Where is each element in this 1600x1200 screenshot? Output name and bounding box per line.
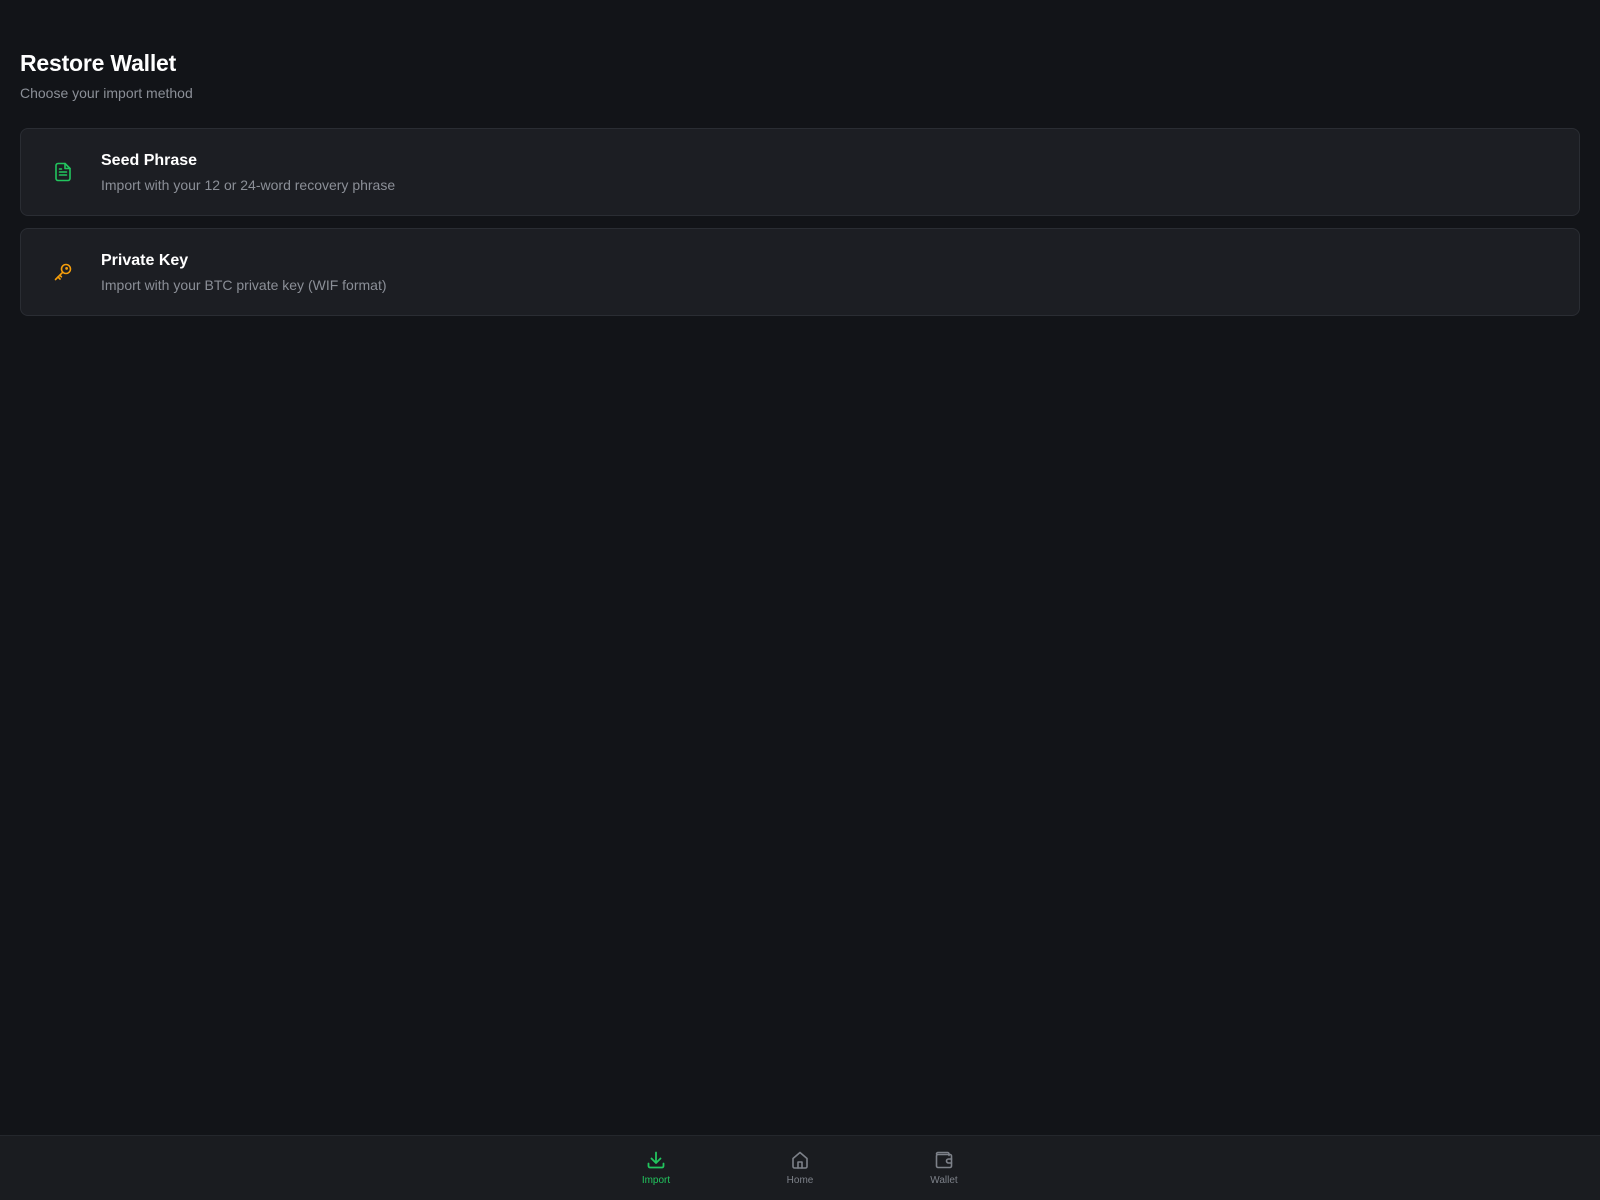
private-key-title: Private Key <box>101 251 189 269</box>
page-title: Restore Wallet <box>20 50 177 76</box>
nav-label-import: Import <box>641 1175 671 1186</box>
nav-item-wallet[interactable]: Wallet <box>904 1149 984 1187</box>
key-icon <box>51 260 75 284</box>
seed-phrase-text: Seed Phrase Import with your 12 or 24-wo… <box>101 151 395 194</box>
bottom-nav: Import Home Wallet <box>0 1135 1600 1200</box>
private-key-description: Import with your BTC private key (WIF fo… <box>101 276 387 293</box>
page-header: Restore Wallet Choose your import method <box>20 48 193 102</box>
nav-label-home: Home <box>786 1175 814 1186</box>
private-key-text: Private Key Import with your BTC private… <box>101 251 387 294</box>
restore-wallet-screen: Restore Wallet Choose your import method… <box>0 0 1600 1200</box>
home-icon <box>789 1149 811 1171</box>
seed-phrase-title: Seed Phrase <box>101 151 198 169</box>
private-key-option[interactable]: Private Key Import with your BTC private… <box>20 228 1580 316</box>
seed-phrase-option[interactable]: Seed Phrase Import with your 12 or 24-wo… <box>20 128 1580 216</box>
download-icon <box>645 1149 667 1171</box>
nav-label-wallet: Wallet <box>930 1175 958 1186</box>
wallet-icon <box>933 1149 955 1171</box>
import-options-list: Seed Phrase Import with your 12 or 24-wo… <box>20 128 1580 328</box>
seed-phrase-description: Import with your 12 or 24-word recovery … <box>101 176 396 193</box>
page-subtitle: Choose your import method <box>20 85 193 101</box>
document-icon <box>51 160 75 184</box>
nav-item-import[interactable]: Import <box>616 1149 696 1187</box>
nav-item-home[interactable]: Home <box>760 1149 840 1187</box>
